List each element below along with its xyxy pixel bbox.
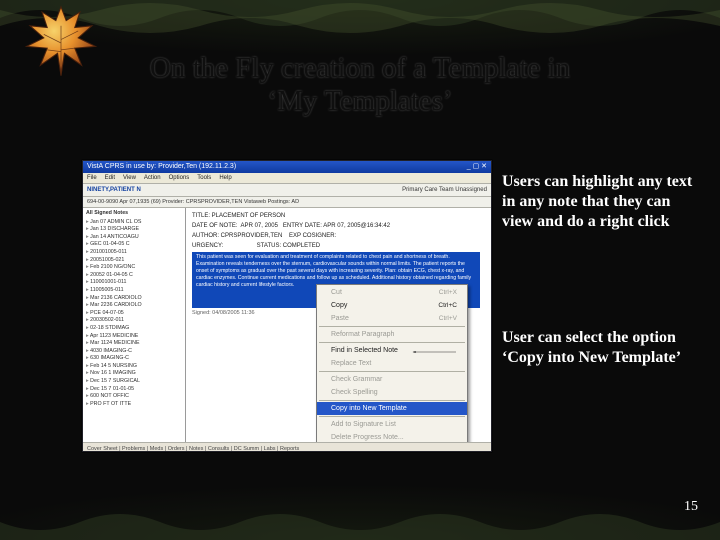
list-item[interactable]: Dec 15 7 SURGICAL <box>86 378 182 386</box>
menu-separator <box>319 342 465 343</box>
menu-item-paste: PasteCtrl+V <box>317 312 467 325</box>
list-item[interactable]: 600 NOT OFFIC <box>86 393 182 401</box>
leaf-border-icon <box>0 502 720 540</box>
callout-arrow-icon <box>370 351 500 353</box>
context-menu: CutCtrl+XCopyCtrl+CPasteCtrl+V Reformat P… <box>316 284 468 442</box>
menu-view[interactable]: View <box>123 175 136 181</box>
list-item[interactable]: 20030502-011 <box>86 317 182 325</box>
list-item[interactable]: GEC 01-04-05 C <box>86 241 182 249</box>
menu-item-check-spelling: Check Spelling <box>317 386 467 399</box>
menu-item-reformat-paragraph: Reformat Paragraph <box>317 328 467 341</box>
patient-info-bar: 694-00-9090 Apr 07,1935 (69) Provider: C… <box>83 197 491 208</box>
body: All Signed NotesJan 07 ADMIN CL OSJan 13… <box>83 208 491 442</box>
maple-leaf-icon <box>18 0 104 86</box>
menu-item-copy-into-new-template[interactable]: Copy into New Template <box>317 402 467 415</box>
menu-tools[interactable]: Tools <box>197 175 211 181</box>
title-line-1: On the Fly creation of a Template in <box>150 52 570 84</box>
menu-shortcut: Ctrl+V <box>439 314 457 324</box>
annotation-2: User can select the option ‘Copy into Ne… <box>502 328 700 368</box>
patient-bar: NINETY,PATIENT N Primary Care Team Unass… <box>83 184 491 197</box>
list-item[interactable]: Jan 07 ADMIN CL OS <box>86 219 182 227</box>
list-item[interactable]: 630 IMAGING-C <box>86 355 182 363</box>
cprs-screenshot: VistA CPRS in use by: Provider,Ten (192.… <box>82 160 492 452</box>
list-item[interactable]: 02-18 STDIMAG <box>86 325 182 333</box>
bottom-tabs: Cover Sheet | Problems | Meds | Orders |… <box>83 442 491 452</box>
slide-title: On the Fly creation of a Template in ‘My… <box>0 52 720 119</box>
list-item[interactable]: Feb 14 5 NURSING <box>86 363 182 371</box>
window-title: VistA CPRS in use by: Provider,Ten (192.… <box>87 161 236 173</box>
list-item[interactable]: Dec 15 7 01-01-05 <box>86 386 182 394</box>
menubar: File Edit View Action Options Tools Help <box>83 173 491 184</box>
list-item[interactable]: 201001005-011 <box>86 249 182 257</box>
list-item[interactable]: 20052 01-04-05 C <box>86 272 182 280</box>
top-leaf-border <box>0 0 720 38</box>
note-header-3: AUTHOR: CPRSPROVIDER,TEN EXP COSIGNER: <box>192 232 485 240</box>
notes-tree-header: All Signed Notes <box>86 210 182 218</box>
note-viewer: TITLE: PLACEMENT OF PERSON DATE OF NOTE:… <box>186 208 491 442</box>
bottom-leaf-border <box>0 502 720 540</box>
list-item[interactable]: PCE 04-07-05 <box>86 310 182 318</box>
menu-item-copy[interactable]: CopyCtrl+C <box>317 299 467 312</box>
list-item[interactable]: 4030 IMAGING-C <box>86 348 182 356</box>
menu-separator <box>319 400 465 401</box>
list-item[interactable]: Mar 2236 CARDIOLO <box>86 302 182 310</box>
note-header-2: DATE OF NOTE: APR 07, 2005 ENTRY DATE: A… <box>192 222 485 230</box>
visit-info: Primary Care Team Unassigned <box>402 187 487 193</box>
menu-item-add-to-signature-list: Add to Signature List <box>317 418 467 431</box>
menu-action[interactable]: Action <box>144 175 161 181</box>
notes-tree: All Signed NotesJan 07 ADMIN CL OSJan 13… <box>83 208 186 442</box>
menu-item-delete-progress-note: Delete Progress Note... <box>317 431 467 442</box>
title-line-2: ‘My Templates’ <box>267 85 452 117</box>
menu-item-replace-text: Replace Text <box>317 357 467 370</box>
note-header-4: URGENCY: STATUS: COMPLETED <box>192 242 485 250</box>
menu-separator <box>319 371 465 372</box>
menu-separator <box>319 326 465 327</box>
annotation-1: Users can highlight any text in any note… <box>502 172 700 232</box>
list-item[interactable]: Feb 2100 NG/ONC <box>86 264 182 272</box>
list-item[interactable]: Jan 13 DISCHARGE <box>86 226 182 234</box>
window-controls: _ ▢ ✕ <box>467 161 487 173</box>
note-header-1: TITLE: PLACEMENT OF PERSON <box>192 212 485 220</box>
menu-file[interactable]: File <box>87 175 97 181</box>
page-number: 15 <box>684 499 698 515</box>
list-item[interactable]: 110001001-011 <box>86 279 182 287</box>
list-item[interactable]: Mar 2136 CARDIOLO <box>86 295 182 303</box>
leaf-border-icon <box>0 0 720 38</box>
menu-separator <box>319 416 465 417</box>
menu-shortcut: Ctrl+C <box>438 301 457 311</box>
patient-name: NINETY,PATIENT N <box>87 187 141 193</box>
list-item[interactable]: Nov 16 1 IMAGING <box>86 370 182 378</box>
menu-shortcut: Ctrl+X <box>439 288 457 298</box>
list-item[interactable]: Jan 14 ANTICOAGU <box>86 234 182 242</box>
list-item[interactable]: Mar 1124 MEDICINE <box>86 340 182 348</box>
menu-item-cut: CutCtrl+X <box>317 286 467 299</box>
slide: On the Fly creation of a Template in ‘My… <box>0 0 720 540</box>
list-item[interactable]: 20051005-021 <box>86 257 182 265</box>
list-item[interactable]: PRO FT OT ITTE <box>86 401 182 409</box>
menu-options[interactable]: Options <box>169 175 190 181</box>
menu-help[interactable]: Help <box>219 175 231 181</box>
list-item[interactable]: Apr 1123 MEDICINE <box>86 333 182 341</box>
menu-edit[interactable]: Edit <box>105 175 115 181</box>
maple-leaf-decoration <box>18 0 104 86</box>
list-item[interactable]: 11005005-011 <box>86 287 182 295</box>
window-titlebar: VistA CPRS in use by: Provider,Ten (192.… <box>83 161 491 173</box>
menu-item-check-grammar: Check Grammar <box>317 373 467 386</box>
